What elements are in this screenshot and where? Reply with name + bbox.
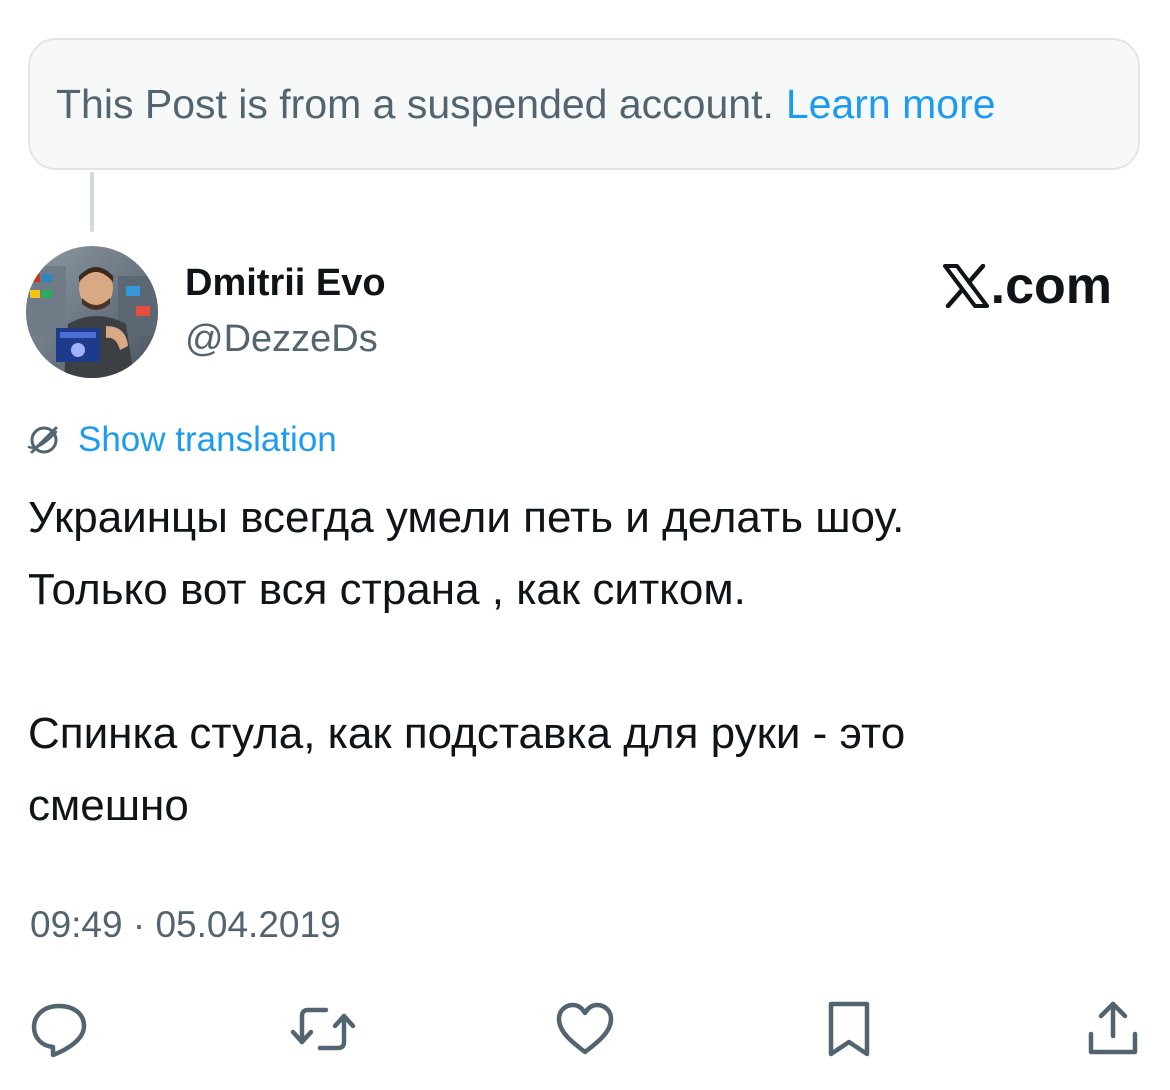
like-icon [556, 1002, 614, 1055]
suspended-notice-text: This Post is from a suspended account. [56, 80, 774, 127]
suspended-account-notice: This Post is from a suspended account. L… [28, 38, 1140, 170]
reply-icon [31, 1003, 87, 1058]
x-logo-icon [942, 264, 989, 308]
learn-more-link[interactable]: Learn more [786, 81, 996, 128]
thread-connector-line [90, 172, 94, 232]
post-paragraph-2: Спинка стула, как подставка для руки - э… [28, 709, 906, 830]
author-display-name[interactable]: Dmitrii Evo [185, 262, 386, 305]
like-button[interactable] [552, 996, 618, 1062]
avatar[interactable] [26, 246, 158, 378]
share-button[interactable] [1080, 996, 1146, 1062]
post-paragraph-1: Украинцы всегда умели петь и делать шоу.… [28, 493, 905, 614]
action-bar [26, 996, 1142, 1066]
reply-button[interactable] [26, 996, 92, 1062]
bookmark-button[interactable] [816, 996, 882, 1062]
show-translation-label: Show translation [78, 420, 337, 459]
show-translation-button[interactable]: Show translation [26, 420, 337, 460]
bookmark-icon [828, 1001, 870, 1057]
repost-icon [290, 1007, 356, 1051]
author-handle[interactable]: @DezzeDs [185, 318, 378, 361]
globe-icon [26, 422, 62, 458]
avatar-photo [26, 246, 158, 378]
share-icon [1088, 1001, 1138, 1055]
repost-button[interactable] [290, 996, 356, 1062]
post-body: Украинцы всегда умели петь и делать шоу.… [28, 482, 1138, 842]
post-timestamp[interactable]: 09:49 · 05.04.2019 [30, 904, 341, 946]
x-com-brand: .com [942, 256, 1112, 316]
brand-domain-suffix: .com [990, 257, 1112, 315]
